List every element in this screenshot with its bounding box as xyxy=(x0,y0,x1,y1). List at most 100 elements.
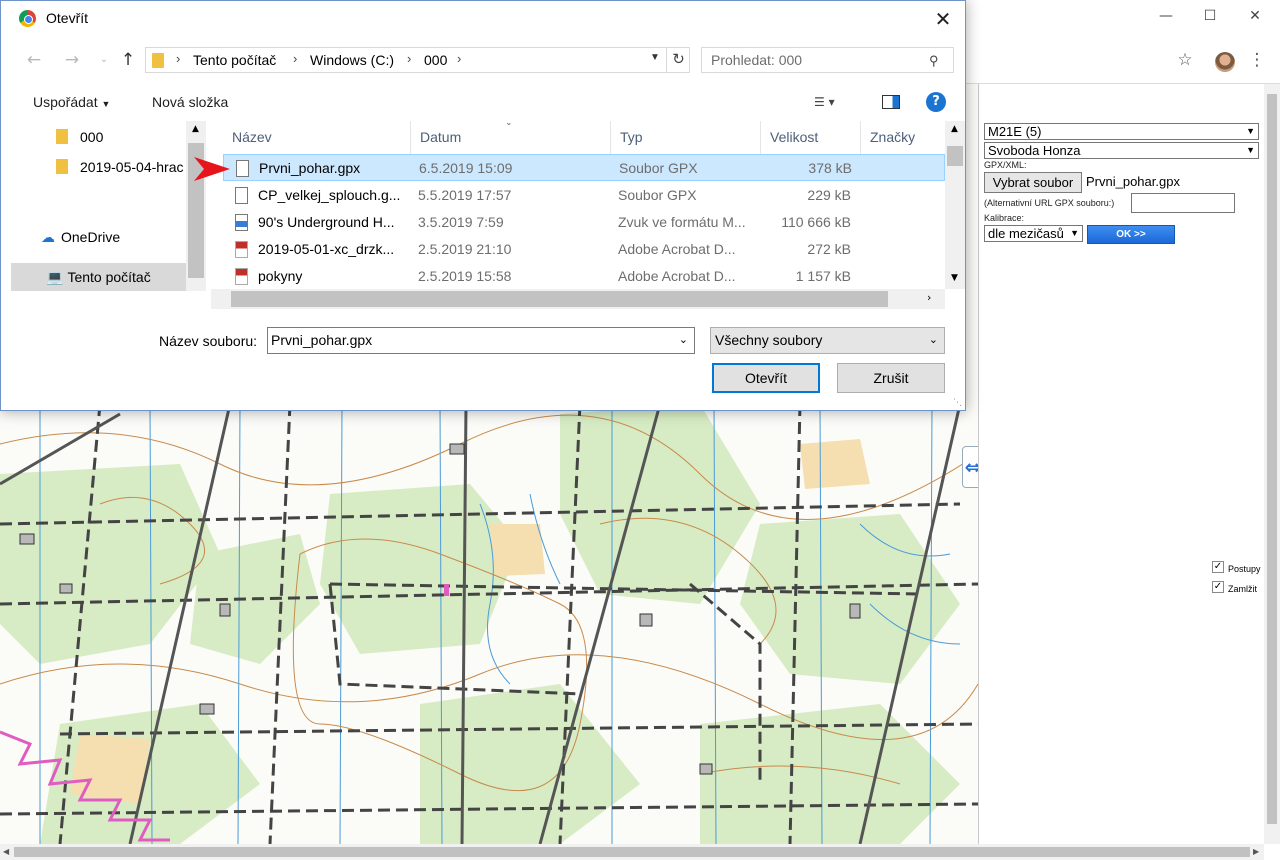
red-pointer-arrow-icon xyxy=(194,157,230,181)
dialog-titlebar: Otevřít ✕ xyxy=(1,1,965,37)
search-icon[interactable]: ⚲ xyxy=(929,49,939,73)
file-row[interactable]: pokyny 2.5.2019 15:58 Adobe Acrobat D...… xyxy=(223,263,945,290)
refresh-icon[interactable]: ↻ xyxy=(666,48,690,72)
breadcrumb-separator-icon: › xyxy=(293,51,298,66)
scroll-down-arrow-icon[interactable]: ▼ xyxy=(951,273,958,283)
column-header-type[interactable]: Typ xyxy=(611,121,761,154)
file-type: Zvuk ve formátu M... xyxy=(618,214,746,230)
nav-item-this-pc[interactable]: 💻 Tento počítač xyxy=(11,263,186,291)
file-size: 378 kB xyxy=(808,160,852,176)
organize-button[interactable]: Uspořádat ▼ xyxy=(33,94,110,110)
chevron-down-icon[interactable]: ▼ xyxy=(650,52,660,63)
file-row[interactable]: Prvni_pohar.gpx 6.5.2019 15:09 Soubor GP… xyxy=(223,154,945,181)
pick-file-button[interactable]: Vybrat soubor xyxy=(984,172,1082,193)
file-size: 229 kB xyxy=(807,187,851,203)
column-header-tags[interactable]: Značky xyxy=(861,121,945,154)
checkbox-zamlzit[interactable]: ✓ xyxy=(1212,581,1224,593)
filename-label: Název souboru: xyxy=(159,333,258,349)
file-size: 1 157 kB xyxy=(795,268,851,284)
maximize-icon[interactable]: ☐ xyxy=(1195,4,1225,28)
column-header-name[interactable]: Název xyxy=(223,121,411,154)
view-options-icon[interactable]: ☰ ▾ xyxy=(814,95,835,109)
file-row[interactable]: CP_velkej_splouch.g... 5.5.2019 17:57 So… xyxy=(223,182,945,209)
file-name: pokyny xyxy=(258,268,303,284)
category-select[interactable]: M21E (5) ▼ xyxy=(984,123,1259,140)
forward-arrow-icon[interactable]: → xyxy=(61,49,83,71)
calibration-select[interactable]: dle mezičasů ▼ xyxy=(984,225,1083,242)
file-date: 6.5.2019 15:09 xyxy=(419,160,513,176)
file-row[interactable]: 90's Underground H... 3.5.2019 7:59 Zvuk… xyxy=(223,209,945,236)
open-file-dialog: Otevřít ✕ ← → ⌄ ↑ › Tento počítač › Wind… xyxy=(0,0,966,411)
file-list: Název Datum ⌄ Typ Velikost Značky Prvni_… xyxy=(223,117,945,291)
nav-pane-scrollbar[interactable]: ▲ xyxy=(186,121,206,291)
breadcrumb-item[interactable]: 000 xyxy=(424,52,447,68)
cancel-button[interactable]: Zrušit xyxy=(837,363,945,393)
breadcrumb-item[interactable]: Tento počítač xyxy=(193,52,276,68)
nav-item-onedrive[interactable]: ☁ OneDrive xyxy=(11,223,186,251)
address-bar[interactable]: › Tento počítač › Windows (C:) › 000 › ▼… xyxy=(145,47,690,73)
control-panel: M21E (5) ▼ Svoboda Honza ▼ GPX/XML: Vybr… xyxy=(978,84,1264,844)
file-date: 5.5.2019 17:57 xyxy=(418,187,512,203)
page-horizontal-scroll-thumb[interactable] xyxy=(14,847,1250,857)
preview-pane-icon[interactable] xyxy=(882,95,900,109)
new-folder-button[interactable]: Nová složka xyxy=(152,94,228,110)
chevron-down-icon: ⌄ xyxy=(928,334,938,346)
folder-icon xyxy=(56,129,68,144)
checkbox-postupy-label: Postupy xyxy=(1228,564,1261,574)
runner-select[interactable]: Svoboda Honza ▼ xyxy=(984,142,1259,159)
open-button[interactable]: Otevřít xyxy=(712,363,820,393)
file-list-vertical-thumb[interactable] xyxy=(947,146,963,166)
search-placeholder: Prohledat: 000 xyxy=(711,52,803,68)
avatar[interactable] xyxy=(1215,52,1235,72)
file-list-horizontal-scrollbar[interactable]: › xyxy=(211,289,945,309)
file-date: 2.5.2019 21:10 xyxy=(418,241,512,257)
pdf-file-icon xyxy=(235,268,248,285)
folder-icon xyxy=(152,53,164,68)
resize-grip-icon[interactable]: ⋱ xyxy=(953,398,962,408)
chevron-down-icon: ▼ xyxy=(101,99,111,109)
scroll-right-arrow-icon[interactable]: ▶ xyxy=(1253,847,1259,856)
file-type-select[interactable]: Všechny soubory ⌄ xyxy=(710,327,945,354)
page-vertical-scrollbar[interactable] xyxy=(1264,84,1280,844)
ok-button[interactable]: OK >> xyxy=(1087,225,1175,244)
file-list-vertical-scrollbar[interactable]: ▲ ▼ xyxy=(945,121,965,289)
checkbox-postupy[interactable]: ✓ xyxy=(1212,561,1224,573)
breadcrumb-separator-icon: › xyxy=(457,51,462,66)
file-name: 2019-05-01-xc_drzk... xyxy=(258,241,395,257)
close-icon[interactable]: ✕ xyxy=(925,5,961,33)
command-bar: Uspořádat ▼ Nová složka ☰ ▾ ? xyxy=(1,83,965,121)
file-list-horizontal-thumb[interactable] xyxy=(231,291,888,307)
file-row[interactable]: 2019-05-01-xc_drzk... 2.5.2019 21:10 Ado… xyxy=(223,236,945,263)
navigation-pane: 000 2019-05-04-hrac ☁ OneDrive 💻 Tento poč… xyxy=(11,121,206,291)
up-arrow-icon[interactable]: ↑ xyxy=(117,49,139,71)
scroll-left-arrow-icon[interactable]: ◀ xyxy=(3,847,9,856)
minimize-icon[interactable]: — xyxy=(1151,4,1181,28)
page-horizontal-scrollbar[interactable]: ◀ ▶ xyxy=(0,844,1264,860)
scroll-up-arrow-icon[interactable]: ▲ xyxy=(951,124,958,134)
category-select-value: M21E (5) xyxy=(988,124,1042,139)
help-icon[interactable]: ? xyxy=(926,92,946,112)
file-type: Adobe Acrobat D... xyxy=(618,268,736,284)
alt-url-input[interactable] xyxy=(1131,193,1235,213)
scroll-up-arrow-icon[interactable]: ▲ xyxy=(192,124,199,134)
nav-item-2019-05-04-hrac[interactable]: 2019-05-04-hrac xyxy=(11,153,186,181)
file-type: Soubor GPX xyxy=(619,160,698,176)
filename-value: Prvni_pohar.gpx xyxy=(271,332,373,348)
recent-chevron-icon[interactable]: ⌄ xyxy=(93,49,115,71)
scroll-right-arrow-icon[interactable]: › xyxy=(927,291,931,304)
bookmark-star-icon[interactable]: ☆ xyxy=(1173,48,1197,72)
filename-input[interactable]: Prvni_pohar.gpx ⌄ xyxy=(267,327,695,354)
chevron-down-icon[interactable]: ⌄ xyxy=(679,328,688,353)
search-input[interactable]: Prohledat: 000 ⚲ xyxy=(701,47,954,73)
window-close-icon[interactable]: ✕ xyxy=(1240,4,1270,28)
back-arrow-icon[interactable]: ← xyxy=(23,49,45,71)
breadcrumb-separator-icon: › xyxy=(176,51,181,66)
column-header-size[interactable]: Velikost xyxy=(761,121,861,154)
file-icon xyxy=(235,187,248,204)
nav-item-000[interactable]: 000 xyxy=(11,123,186,151)
menu-kebab-icon[interactable]: ⋮ xyxy=(1245,48,1269,72)
file-size: 272 kB xyxy=(807,241,851,257)
page-vertical-scroll-thumb[interactable] xyxy=(1267,94,1277,824)
breadcrumb-item[interactable]: Windows (C:) xyxy=(310,52,394,68)
alt-url-label: (Alternativní URL GPX souboru:) xyxy=(984,198,1115,208)
